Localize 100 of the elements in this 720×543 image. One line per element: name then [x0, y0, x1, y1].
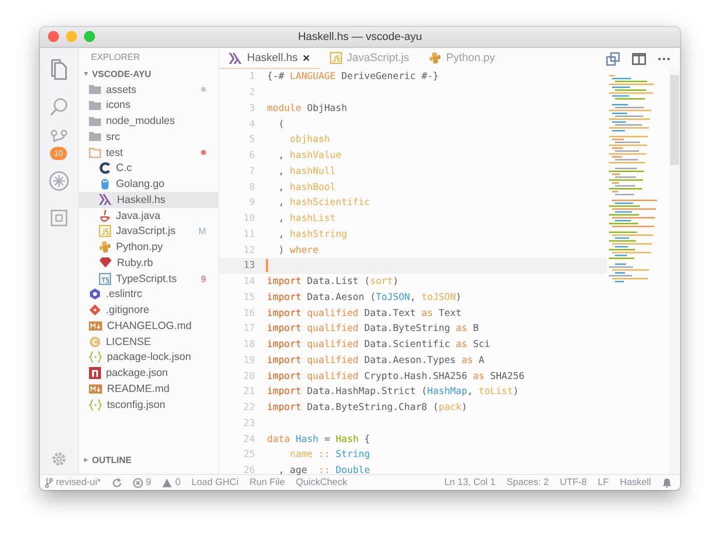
file-tree-item[interactable]: src [79, 129, 218, 145]
lambda-icon [99, 194, 112, 206]
open-changes-icon[interactable] [606, 52, 620, 66]
code-line: {-# LANGUAGE DeriveGeneric #-} [267, 71, 439, 82]
file-tree-item[interactable]: .eslintrc [79, 286, 218, 302]
sync-icon[interactable] [112, 478, 122, 488]
code-line: , hashValue [277, 150, 342, 162]
project-folder[interactable]: VSCODE-AYU [79, 66, 218, 82]
text-cursor [266, 259, 268, 272]
line-number: 8 [248, 182, 255, 193]
count-badge: 10 [50, 146, 67, 160]
file-tree-item[interactable]: Golang.go [79, 176, 218, 192]
tab-label: Python.py [446, 52, 496, 64]
code-line: import qualified Data.Scientific as Sci [267, 339, 490, 350]
close-button[interactable] [48, 31, 59, 42]
code-line: import qualified Data.Text as Text [267, 308, 462, 319]
file-tree-item[interactable]: test [79, 144, 218, 160]
file-tree-item[interactable]: LICENSE [79, 334, 218, 350]
status-item[interactable]: Spaces: 2 [506, 477, 549, 488]
split-editor-icon[interactable] [632, 52, 646, 64]
bell-icon[interactable] [662, 478, 672, 488]
status-item[interactable]: Load GHCi [191, 477, 238, 488]
status-item[interactable]: LF [598, 477, 609, 488]
file-tree-item[interactable]: icons [79, 98, 218, 114]
line-number: 18 [242, 339, 255, 350]
tab-label: Haskell.hs [247, 52, 298, 64]
code-line: import Data.List (sort) [267, 276, 399, 288]
close-tab-button[interactable]: × [302, 51, 310, 65]
branch-status[interactable]: revised-ui* [45, 477, 101, 488]
code-line: , hashString [277, 228, 348, 240]
status-item[interactable]: Run File [249, 477, 285, 488]
status-item[interactable]: Ln 13, Col 1 [444, 477, 496, 488]
file-tree-item[interactable]: tsconfig.json [79, 396, 218, 412]
file-tree-item[interactable]: TypeScript.ts 9 [79, 270, 218, 286]
file-tree-item[interactable]: Java.java [79, 208, 218, 224]
files-icon[interactable] [49, 58, 69, 80]
c-letter-icon [99, 162, 111, 174]
line-number: 26 [242, 465, 255, 476]
code-line: import qualified Data.ByteString as B [267, 323, 479, 334]
line-number: 21 [242, 386, 255, 398]
minimize-button[interactable] [66, 31, 77, 42]
file-tree-item[interactable]: package-lock.json [79, 350, 218, 366]
braces-icon [89, 351, 102, 364]
code-line: , hashScientific [277, 197, 370, 208]
code-line: module ObjHash [267, 102, 348, 114]
line-number: 24 [242, 434, 255, 445]
file-tree-item[interactable]: CHANGELOG.md [79, 318, 218, 334]
extensions-icon[interactable] [50, 208, 68, 226]
tab-label: JavaScript.js [346, 52, 410, 64]
file-tree-item[interactable]: package.json [79, 365, 218, 381]
gopher-icon [99, 178, 111, 190]
outline-section[interactable]: OUTLINE [79, 452, 218, 468]
line-number: 4 [248, 118, 255, 130]
js-file-icon [330, 52, 342, 64]
window-title: Haskell.hs — vscode-ayu [298, 31, 422, 43]
status-item[interactable]: QuickCheck [296, 477, 348, 488]
gem-icon [99, 257, 112, 268]
code-line: ) where [277, 244, 318, 256]
ts-file-icon [99, 272, 111, 285]
lambda-icon [229, 52, 242, 64]
search-icon[interactable] [49, 96, 69, 116]
status-item[interactable]: UTF-8 [560, 477, 587, 488]
git-status-label: M [198, 226, 206, 236]
file-tree-item[interactable]: node_modules [79, 113, 218, 129]
code-line: import qualified Data.Aeson.Types as A [267, 354, 484, 366]
errors-status[interactable]: 9 [132, 477, 152, 488]
scrollbar-thumb[interactable] [670, 75, 679, 165]
zoom-button[interactable] [84, 31, 95, 42]
file-tree-item[interactable]: Haskell.hs [79, 192, 218, 208]
file-tree-item[interactable]: C.c [79, 160, 218, 176]
line-number: 10 [242, 213, 255, 224]
warnings-status[interactable]: 0 [162, 477, 180, 488]
line-number: 25 [242, 449, 255, 460]
line-number: 1 [248, 71, 255, 82]
file-tree-item[interactable]: Ruby.rb [79, 255, 218, 271]
file-tree-item[interactable]: assets [79, 82, 218, 98]
coffee-cup-icon [99, 210, 111, 222]
code-line: , hashList [277, 213, 336, 224]
code-line: import Data.HashMap.Strict (HashMap, toList) [267, 386, 519, 398]
code-line: , hashBool [277, 182, 336, 193]
git-status-label: 9 [200, 274, 206, 284]
code-line: ( [277, 118, 284, 130]
line-number: 9 [248, 197, 255, 208]
more-actions-icon[interactable] [658, 56, 670, 60]
file-tree-item[interactable]: Python.py [79, 239, 218, 255]
warning-icon [162, 478, 172, 488]
status-item[interactable]: Haskell [620, 477, 651, 488]
line-number: 23 [242, 418, 255, 429]
line-number: 14 [242, 276, 255, 288]
code-line: , age :: Double [277, 465, 370, 476]
code-line: name :: String [288, 449, 370, 460]
file-tree-item[interactable]: JavaScript.js M [79, 224, 218, 240]
file-tree-item[interactable]: .gitignore [79, 302, 218, 318]
file-tree-item[interactable]: README.md [79, 381, 218, 397]
explorer-title: EXPLORER [90, 51, 140, 64]
error-icon [132, 478, 143, 488]
code-line: import Data.ByteString.Char8 (pack) [267, 402, 468, 414]
line-number: 7 [248, 166, 255, 177]
settings-icon[interactable] [50, 450, 68, 468]
bug-icon[interactable] [48, 170, 70, 192]
